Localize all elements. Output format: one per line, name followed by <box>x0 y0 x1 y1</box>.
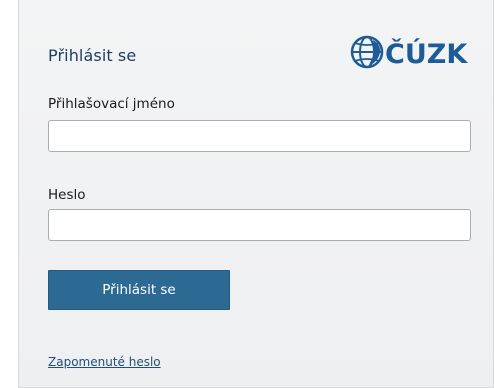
username-label: Přihlašovací jméno <box>48 96 175 112</box>
forgot-password-link[interactable]: Zapomenuté heslo <box>48 355 161 369</box>
logo-text: ČÚZK <box>385 38 468 70</box>
password-input[interactable] <box>48 209 471 241</box>
login-button[interactable]: Přihlásit se <box>48 270 230 310</box>
login-title: Přihlásit se <box>48 46 137 65</box>
username-input[interactable] <box>48 120 471 152</box>
password-label: Heslo <box>48 187 86 203</box>
cuzk-logo: ČÚZK <box>350 35 468 70</box>
login-panel: Přihlásit se ČÚZK Přihlašovací jméno Hes… <box>18 0 494 388</box>
globe-icon <box>350 35 384 69</box>
